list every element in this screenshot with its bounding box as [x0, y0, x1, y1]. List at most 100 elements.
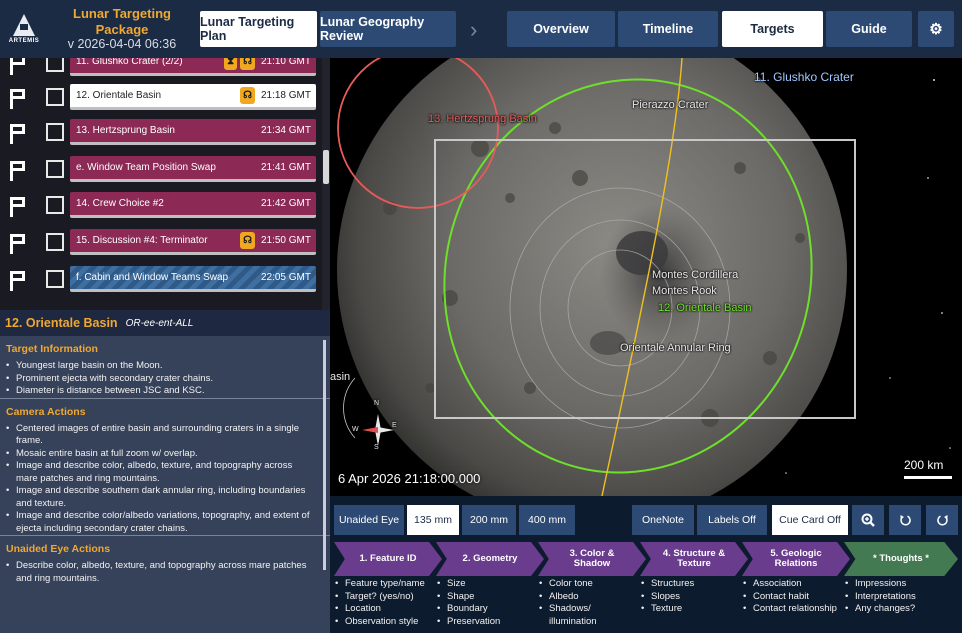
- zoom-in-button[interactable]: [852, 505, 884, 535]
- target-checkbox[interactable]: [46, 88, 64, 106]
- step-structure-texture-label: 4. Structure & Texture: [662, 548, 726, 569]
- step-checklist-item: Association: [742, 578, 844, 591]
- target-card[interactable]: 11. Glushko Crater (2/2) ⧗ ☊ 21:10 GMT: [70, 58, 316, 76]
- target-row[interactable]: 13. Hertzsprung Basin 21:34 GMT: [0, 119, 322, 147]
- rotate-cw-icon: [936, 514, 948, 525]
- rotate-ccw-icon: [899, 514, 911, 525]
- lens-400mm-button[interactable]: 400 mm: [519, 505, 575, 535]
- target-row[interactable]: e. Window Team Position Swap 21:41 GMT: [0, 156, 322, 184]
- flag-icon[interactable]: [6, 270, 28, 292]
- target-time: 21:41 GMT: [260, 162, 311, 173]
- target-time: 21:42 GMT: [260, 198, 311, 209]
- tab-guide[interactable]: Guide: [826, 11, 912, 47]
- rotate-ccw-button[interactable]: [889, 505, 921, 535]
- nav-lunar-geography-review-button[interactable]: Lunar Geography Review: [320, 11, 456, 47]
- nav-lunar-targeting-plan-button[interactable]: Lunar Targeting Plan: [200, 11, 317, 47]
- target-list: 11. Glushko Crater (2/2) ⧗ ☊ 21:10 GMT 12. O…: [0, 58, 330, 310]
- lens-200mm-button[interactable]: 200 mm: [462, 505, 516, 535]
- step-geometry[interactable]: 2. Geometry: [436, 542, 544, 576]
- target-name: 14. Crew Choice #2: [76, 198, 164, 209]
- cue-card-toggle-button[interactable]: Cue Card Off: [772, 505, 848, 535]
- flag-icon[interactable]: [6, 88, 28, 110]
- details-scrollbar[interactable]: [322, 340, 328, 570]
- tab-timeline[interactable]: Timeline: [618, 11, 718, 47]
- target-checkbox[interactable]: [46, 270, 64, 288]
- target-checkbox[interactable]: [46, 58, 64, 72]
- step-feature-id[interactable]: 1. Feature ID: [334, 542, 442, 576]
- details-bullet: Image and describe color, albedo, textur…: [0, 460, 330, 485]
- flag-icon[interactable]: [6, 233, 28, 255]
- flag-icon[interactable]: [6, 58, 28, 76]
- target-row[interactable]: 14. Crew Choice #2 21:42 GMT: [0, 192, 322, 220]
- top-bar: ARTEMIS Lunar Targeting Package v 2026-0…: [0, 0, 962, 58]
- step-geologic-relations[interactable]: 5. Geologic Relations: [742, 542, 850, 576]
- flag-icon[interactable]: [6, 160, 28, 182]
- step-thoughts[interactable]: * Thoughts *: [844, 542, 958, 576]
- labels-toggle-button[interactable]: Labels Off: [697, 505, 767, 535]
- scrollbar-thumb[interactable]: [323, 150, 329, 184]
- step-checklist-item: Size: [436, 578, 538, 591]
- target-list-scrollbar[interactable]: [322, 58, 330, 310]
- step-checklist-item: Target? (yes/no): [334, 591, 436, 604]
- artemis-logo-text: ARTEMIS: [8, 38, 40, 44]
- details-scrollbar-thumb[interactable]: [323, 340, 326, 570]
- package-version: v 2026-04-04 06:36: [67, 37, 177, 52]
- step-checklist-item: Observation style: [334, 616, 436, 629]
- moon-map-view[interactable]: 11. Glushko Crater 13. Hertzsprung Basin…: [330, 58, 962, 496]
- target-card[interactable]: 14. Crew Choice #2 21:42 GMT: [70, 192, 316, 218]
- step-checklist-item: Impressions: [844, 578, 946, 591]
- details-bullet: Prominent ejecta with secondary crater c…: [0, 373, 330, 386]
- settings-button[interactable]: ⚙: [918, 11, 954, 47]
- compass-w: W: [352, 426, 359, 433]
- target-name: 13. Hertzsprung Basin: [76, 125, 175, 136]
- lens-135mm-button[interactable]: 135 mm: [407, 505, 459, 535]
- step-checklist: Feature type/nameTarget? (yes/no)Locatio…: [334, 578, 436, 628]
- headset-icon: ☊: [240, 232, 255, 249]
- details-section-heading: Camera Actions: [0, 397, 330, 423]
- compass-s: S: [374, 444, 379, 451]
- compass-e: E: [392, 422, 397, 429]
- map-label-pierazzo: Pierazzo Crater: [632, 99, 709, 111]
- package-title: Lunar Targeting Package: [73, 5, 171, 37]
- onenote-button[interactable]: OneNote: [632, 505, 694, 535]
- target-card[interactable]: f. Cabin and Window Teams Swap 22:05 GMT: [70, 266, 316, 292]
- target-checkbox[interactable]: [46, 196, 64, 214]
- moon-map-canvas[interactable]: [330, 58, 962, 496]
- target-checkbox[interactable]: [46, 233, 64, 251]
- step-color-shadow[interactable]: 3. Color & Shadow: [538, 542, 646, 576]
- target-checkbox[interactable]: [46, 123, 64, 141]
- flag-icon[interactable]: [6, 196, 28, 218]
- step-checklist: StructuresSlopesTexture: [640, 578, 742, 616]
- map-scale-label: 200 km: [904, 458, 944, 472]
- moon-disk: [337, 58, 847, 496]
- target-time: 21:50 GMT: [260, 235, 311, 246]
- map-label-rook: Montes Rook: [652, 285, 717, 297]
- flag-icon[interactable]: [6, 123, 28, 145]
- target-name: 15. Discussion #4: Terminator: [76, 235, 208, 246]
- target-name: 11. Glushko Crater (2/2): [76, 58, 183, 67]
- details-bullet: Mosaic entire basin at full zoom w/ over…: [0, 448, 330, 461]
- details-section-heading: Target Information: [6, 343, 98, 355]
- step-structure-texture[interactable]: 4. Structure & Texture: [640, 542, 748, 576]
- rotate-cw-button[interactable]: [926, 505, 958, 535]
- target-card[interactable]: 12. Orientale Basin ☊ 21:18 GMT: [70, 84, 316, 110]
- target-card[interactable]: 15. Discussion #4: Terminator ☊ 21:50 GMT: [70, 229, 316, 255]
- tab-targets[interactable]: Targets: [722, 11, 823, 47]
- target-checkbox[interactable]: [46, 160, 64, 178]
- gear-icon: ⚙: [929, 21, 943, 38]
- step-checklist-item: Boundary: [436, 603, 538, 616]
- target-name: f. Cabin and Window Teams Swap: [76, 272, 229, 283]
- target-card[interactable]: 13. Hertzsprung Basin 21:34 GMT: [70, 119, 316, 145]
- map-label-orientale: 12. Orientale Basin: [658, 302, 752, 314]
- step-color-shadow-label: 3. Color & Shadow: [569, 548, 615, 569]
- target-row[interactable]: 12. Orientale Basin ☊ 21:18 GMT: [0, 84, 322, 112]
- target-row[interactable]: 11. Glushko Crater (2/2) ⧗ ☊ 21:10 GMT: [0, 58, 322, 78]
- details-bullet: Describe color, albedo, texture, and top…: [0, 560, 330, 585]
- target-row[interactable]: f. Cabin and Window Teams Swap 22:05 GMT: [0, 266, 322, 294]
- step-checklist-item: Contact habit: [742, 591, 844, 604]
- details-section-heading: Unaided Eye Actions: [0, 535, 330, 560]
- target-row[interactable]: 15. Discussion #4: Terminator ☊ 21:50 GMT: [0, 229, 322, 257]
- target-card[interactable]: e. Window Team Position Swap 21:41 GMT: [70, 156, 316, 182]
- tab-overview[interactable]: Overview: [507, 11, 615, 47]
- unaided-eye-button[interactable]: Unaided Eye: [334, 505, 404, 535]
